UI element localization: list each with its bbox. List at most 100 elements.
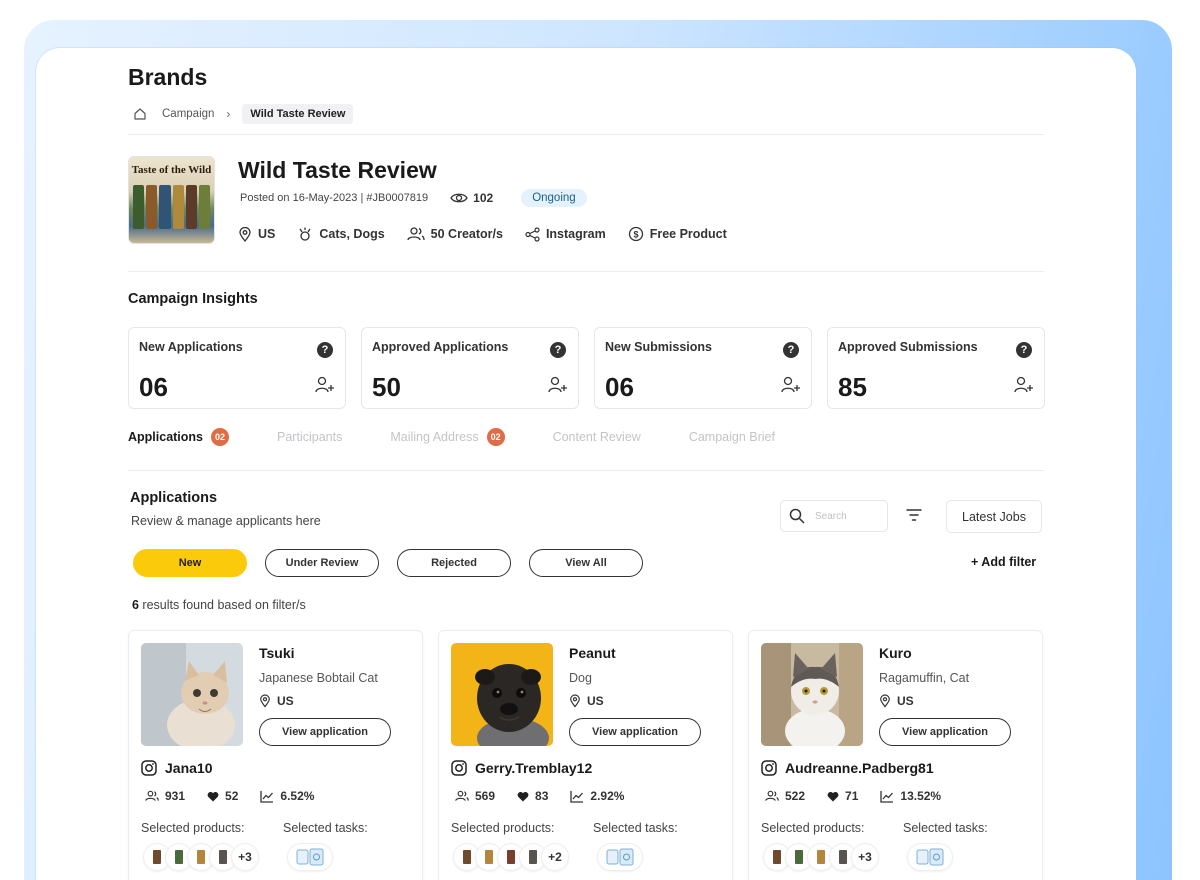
insights-cards: New Applications ? 06 Approved Applicati… bbox=[128, 327, 1045, 409]
location-pin-icon bbox=[239, 226, 251, 242]
view-application-button[interactable]: View application bbox=[879, 718, 1011, 746]
social-metrics: 522 71 13.52% bbox=[765, 789, 963, 803]
filter-pill-view-all[interactable]: View All bbox=[529, 549, 643, 577]
selected-products-label: Selected products: bbox=[141, 821, 245, 835]
engagement-value: 6.52% bbox=[280, 789, 315, 803]
breadcrumb-item-campaign[interactable]: Campaign bbox=[162, 108, 214, 120]
campaign-tags: US Cats, Dogs 50 Creator/s Instagram $ F… bbox=[238, 224, 749, 244]
home-icon[interactable] bbox=[128, 102, 152, 126]
more-products-count[interactable]: +2 bbox=[541, 843, 569, 871]
stat-value: 85 bbox=[838, 372, 867, 402]
help-icon[interactable]: ? bbox=[1016, 342, 1032, 358]
eye-icon bbox=[450, 193, 468, 203]
main-content: Brands Campaign › Wild Taste Review Tast… bbox=[128, 0, 1045, 880]
add-filter-button[interactable]: + Add filter bbox=[971, 555, 1036, 569]
status-filter-pills: New Under Review Rejected View All bbox=[133, 549, 643, 577]
filter-pill-rejected[interactable]: Rejected bbox=[397, 549, 511, 577]
followers-value: 569 bbox=[475, 789, 496, 803]
more-products-count[interactable]: +3 bbox=[851, 843, 879, 871]
users-icon bbox=[765, 790, 779, 801]
tab-mailing-address[interactable]: Mailing Address 02 bbox=[390, 428, 505, 446]
tag-platform: Instagram bbox=[525, 226, 606, 242]
filter-pill-new[interactable]: New bbox=[133, 549, 247, 577]
likes-value: 71 bbox=[845, 789, 859, 803]
pet-name: Tsuki bbox=[259, 645, 295, 661]
campaign-meta: Posted on 16-May-2023 | #JB0007819 102 O… bbox=[240, 188, 587, 208]
heart-icon bbox=[207, 791, 219, 801]
pet-breed: Ragamuffin, Cat bbox=[879, 671, 970, 685]
tab-campaign-brief[interactable]: Campaign Brief bbox=[689, 430, 775, 444]
thumbnail-product-bags bbox=[133, 185, 211, 229]
share-icon bbox=[525, 226, 540, 242]
filter-icon[interactable] bbox=[906, 508, 922, 522]
selected-products: +3 bbox=[763, 843, 879, 871]
followers-metric: 931 bbox=[145, 789, 185, 803]
tab-count-badge: 02 bbox=[211, 428, 230, 446]
tab-applications[interactable]: Applications 02 bbox=[128, 428, 230, 446]
tag-creators-label: 50 Creator/s bbox=[430, 227, 503, 241]
pet-photo bbox=[451, 643, 553, 746]
trend-chart-icon bbox=[880, 790, 894, 803]
task-thumbnail bbox=[597, 843, 643, 871]
breadcrumb: Campaign › Wild Taste Review bbox=[128, 102, 354, 126]
filter-pill-under-review[interactable]: Under Review bbox=[265, 549, 379, 577]
engagement-metric: 6.52% bbox=[260, 789, 314, 803]
handle-text: Jana10 bbox=[165, 760, 213, 776]
view-application-button[interactable]: View application bbox=[569, 718, 701, 746]
divider bbox=[128, 470, 1044, 471]
page-title: Brands bbox=[128, 64, 208, 90]
view-application-button[interactable]: View application bbox=[259, 718, 391, 746]
search-input[interactable] bbox=[815, 510, 875, 522]
likes-metric: 83 bbox=[517, 789, 548, 803]
tag-location: US bbox=[238, 226, 275, 242]
applications-title: Applications bbox=[130, 490, 218, 506]
results-summary: 6 results found based on filter/s bbox=[132, 598, 306, 612]
tab-label: Participants bbox=[277, 430, 343, 444]
tab-content-review[interactable]: Content Review bbox=[553, 430, 641, 444]
tab-label: Mailing Address bbox=[390, 430, 479, 444]
tab-participants[interactable]: Participants bbox=[277, 430, 342, 444]
instagram-handle[interactable]: Gerry.Tremblay12 bbox=[451, 760, 592, 776]
stat-card-new-submissions: New Submissions ? 06 bbox=[594, 327, 812, 409]
tab-bar: Applications 02 Participants Mailing Add… bbox=[128, 426, 823, 448]
trend-chart-icon bbox=[570, 790, 584, 803]
stat-card-approved-submissions: Approved Submissions ? 85 bbox=[827, 327, 1045, 409]
stat-card-new-applications: New Applications ? 06 bbox=[128, 327, 346, 409]
insights-title: Campaign Insights bbox=[128, 291, 258, 307]
likes-metric: 52 bbox=[207, 789, 238, 803]
engagement-metric: 13.52% bbox=[880, 789, 941, 803]
search-box[interactable] bbox=[780, 500, 888, 532]
instagram-handle[interactable]: Audreanne.Padberg81 bbox=[761, 760, 934, 776]
pet-location-label: US bbox=[897, 694, 914, 708]
followers-metric: 522 bbox=[765, 789, 805, 803]
social-metrics: 569 83 2.92% bbox=[455, 789, 646, 803]
applicant-card: Peanut Dog US View application Gerry.Tre… bbox=[438, 630, 733, 880]
help-icon[interactable]: ? bbox=[550, 342, 566, 358]
view-count: 102 bbox=[450, 191, 493, 205]
help-icon[interactable]: ? bbox=[783, 342, 799, 358]
instagram-icon bbox=[141, 760, 157, 776]
status-badge: Ongoing bbox=[521, 189, 587, 207]
help-icon[interactable]: ? bbox=[317, 342, 333, 358]
tag-pets-label: Cats, Dogs bbox=[319, 227, 385, 241]
stat-value: 06 bbox=[605, 372, 634, 402]
instagram-handle[interactable]: Jana10 bbox=[141, 760, 212, 776]
sort-select[interactable]: Latest Jobs bbox=[946, 500, 1042, 533]
more-products-count[interactable]: +3 bbox=[231, 843, 259, 871]
tag-compensation-label: Free Product bbox=[649, 227, 727, 241]
location-pin-icon bbox=[880, 694, 890, 708]
engagement-value: 2.92% bbox=[590, 789, 625, 803]
location-pin-icon bbox=[260, 694, 270, 708]
pet-name: Peanut bbox=[569, 645, 616, 661]
video-task-icon bbox=[296, 848, 324, 866]
users-icon bbox=[145, 790, 159, 801]
thumbnail-logo-text: Taste of the Wild bbox=[131, 164, 212, 176]
svg-text:$: $ bbox=[633, 230, 638, 240]
users-icon bbox=[455, 790, 469, 801]
pet-name: Kuro bbox=[879, 645, 912, 661]
pet-location-label: US bbox=[587, 694, 604, 708]
engagement-value: 13.52% bbox=[900, 789, 942, 803]
stat-label: Approved Submissions bbox=[838, 340, 978, 354]
tag-platform-label: Instagram bbox=[545, 227, 606, 241]
location-pin-icon bbox=[570, 694, 580, 708]
